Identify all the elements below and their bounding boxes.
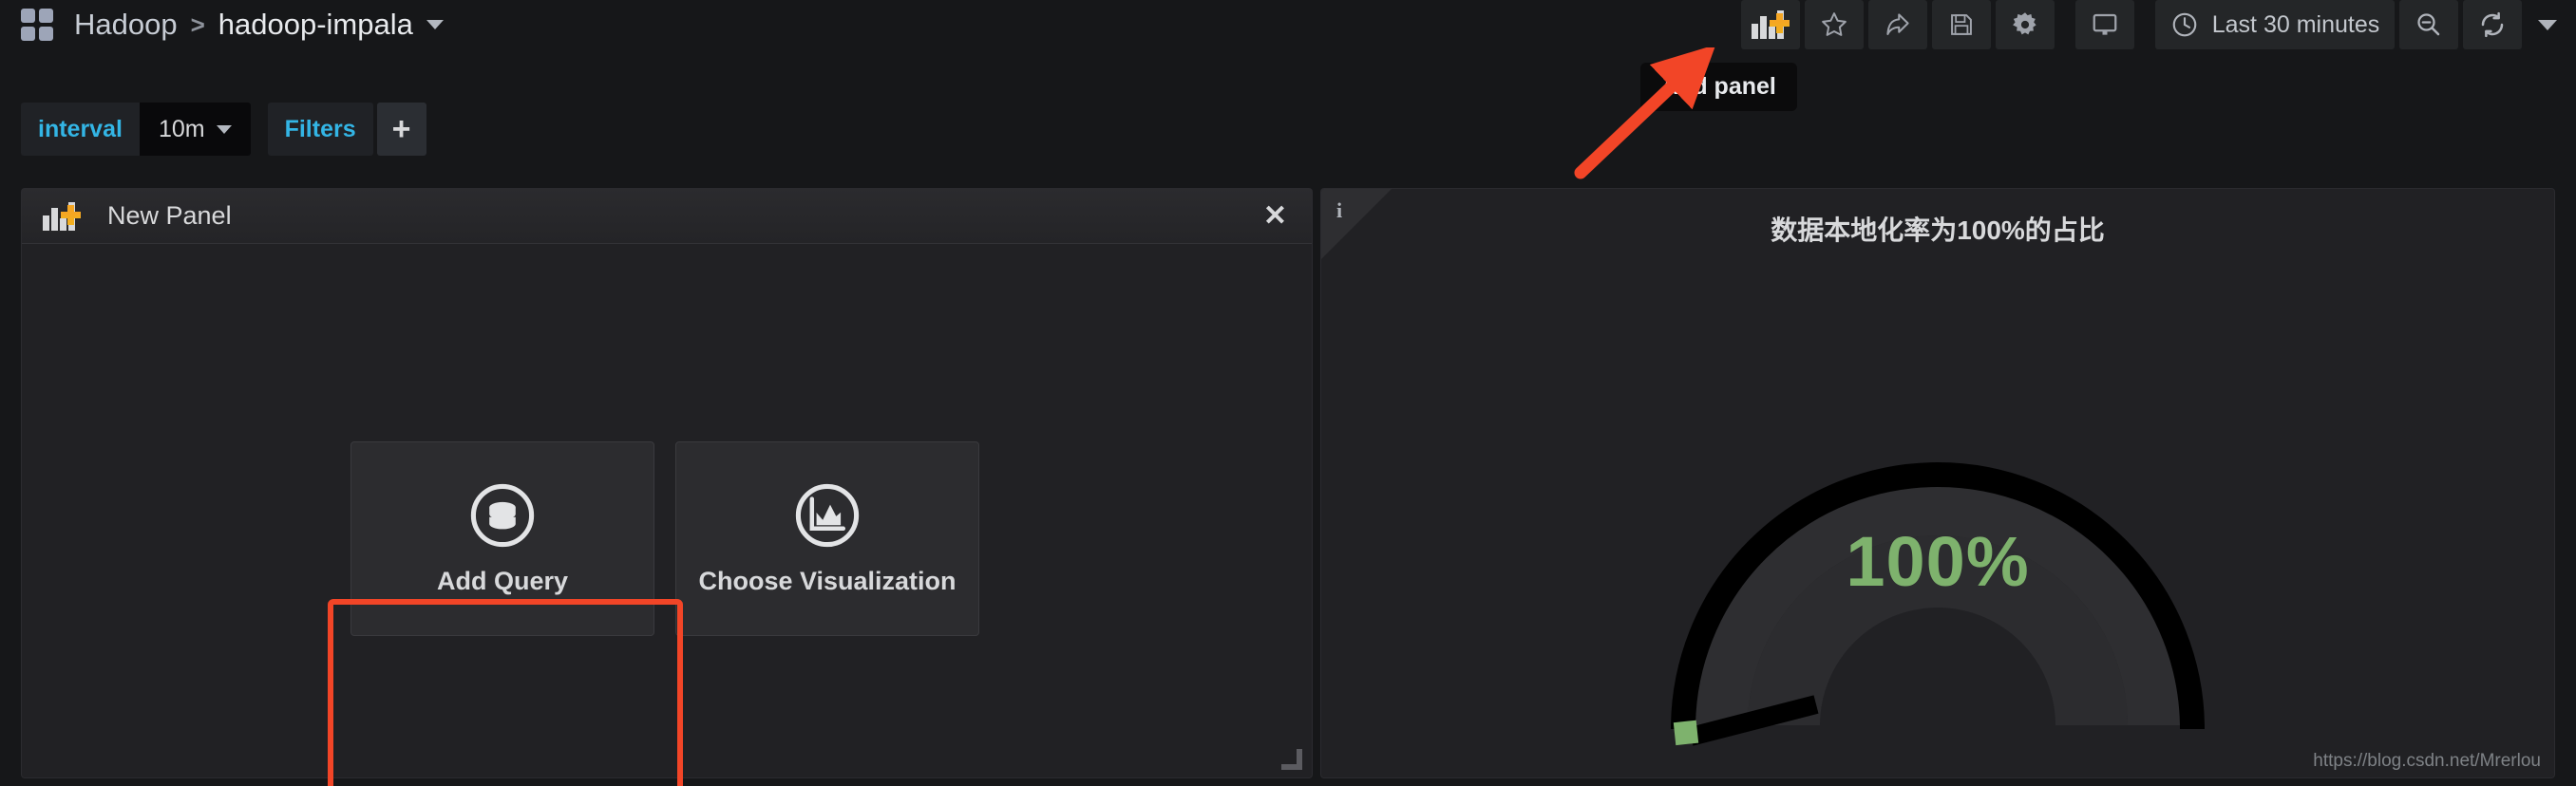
graph-area-icon: [795, 483, 860, 548]
chevron-down-icon: [216, 124, 232, 134]
time-picker-button[interactable]: Last 30 minutes: [2155, 0, 2395, 49]
zoom-out-button[interactable]: [2399, 0, 2458, 49]
adhoc-filters: Filters +: [267, 103, 426, 156]
top-navbar: Hadoop > hadoop-impala Last 30 minutes: [0, 0, 2576, 49]
tv-mode-button[interactable]: [2075, 0, 2134, 49]
choose-visualization-card[interactable]: Choose Visualization: [675, 441, 979, 636]
share-button[interactable]: [1868, 0, 1927, 49]
chevron-down-icon[interactable]: [426, 20, 444, 29]
add-query-card[interactable]: Add Query: [350, 441, 654, 636]
add-filter-button[interactable]: +: [376, 103, 426, 156]
chevron-down-icon: [2538, 19, 2557, 30]
choose-visualization-label: Choose Visualization: [698, 567, 957, 595]
time-range-label: Last 30 minutes: [2211, 10, 2380, 38]
gauge-value-text: 100%: [1846, 522, 2030, 601]
share-icon: [1886, 13, 1909, 35]
navbar-spacer-2: [2139, 0, 2150, 49]
settings-button[interactable]: [1996, 0, 2055, 49]
star-icon: [1822, 12, 1847, 36]
breadcrumb-root[interactable]: Hadoop: [74, 8, 178, 42]
filters-label[interactable]: Filters: [267, 103, 373, 156]
clock-icon: [2172, 12, 2197, 37]
search-minus-icon: [2417, 13, 2440, 36]
add-panel-icon: [1752, 10, 1790, 39]
variable-interval-label: interval: [38, 115, 123, 142]
new-panel-body: Add Query Choose Visualization Convert t…: [22, 244, 1312, 786]
variable-interval[interactable]: interval 10m: [21, 103, 251, 156]
gauge-panel-title: 数据本地化率为100%的占比: [1771, 215, 2105, 245]
breadcrumb: Hadoop > hadoop-impala: [74, 8, 444, 42]
variable-interval-value-text: 10m: [158, 115, 205, 142]
new-panel: New Panel ✕ Add Query Choose Visualizati…: [21, 188, 1313, 786]
star-button[interactable]: [1805, 0, 1864, 49]
grafana-dashboard: Hadoop > hadoop-impala Last 30 minutes A…: [0, 0, 2576, 786]
new-panel-options: Add Query Choose Visualization: [350, 441, 979, 636]
new-panel-header[interactable]: New Panel ✕: [22, 189, 1312, 244]
monitor-icon: [2093, 13, 2117, 35]
navbar-actions: Last 30 minutes: [1741, 0, 2576, 49]
variable-interval-value[interactable]: 10m: [139, 103, 251, 156]
gauge-threshold-marker: [1673, 720, 1699, 746]
refresh-interval-dropdown[interactable]: [2527, 0, 2568, 49]
add-panel-tooltip: Add panel: [1640, 52, 1797, 111]
apps-grid-icon[interactable]: [21, 9, 53, 41]
database-icon: [470, 483, 535, 548]
add-panel-icon: [43, 201, 81, 231]
refresh-button[interactable]: [2463, 0, 2522, 49]
panel-resize-handle[interactable]: [1281, 749, 1302, 770]
info-icon[interactable]: i: [1336, 198, 1342, 223]
gauge-visualization: 100%: [1321, 244, 2554, 777]
save-floppy-icon: [1951, 14, 1972, 35]
navbar-spacer: [2059, 0, 2071, 49]
gear-icon: [2013, 12, 2036, 35]
breadcrumb-separator: >: [190, 9, 205, 39]
close-icon[interactable]: ✕: [1263, 201, 1287, 231]
gauge-svg: [1671, 462, 2205, 746]
new-panel-title: New Panel: [107, 201, 232, 230]
save-button[interactable]: [1932, 0, 1991, 49]
gauge-panel: i 数据本地化率为100%的占比 100% https://blog.csdn.…: [1320, 188, 2555, 778]
watermark-text: https://blog.csdn.net/Mrerlou: [2313, 751, 2541, 771]
refresh-icon: [2481, 11, 2504, 38]
add-query-label: Add Query: [436, 567, 569, 595]
add-panel-button[interactable]: [1741, 0, 1800, 49]
breadcrumb-current[interactable]: hadoop-impala: [218, 8, 413, 42]
dashboard-submenu: interval 10m Filters +: [21, 103, 426, 156]
